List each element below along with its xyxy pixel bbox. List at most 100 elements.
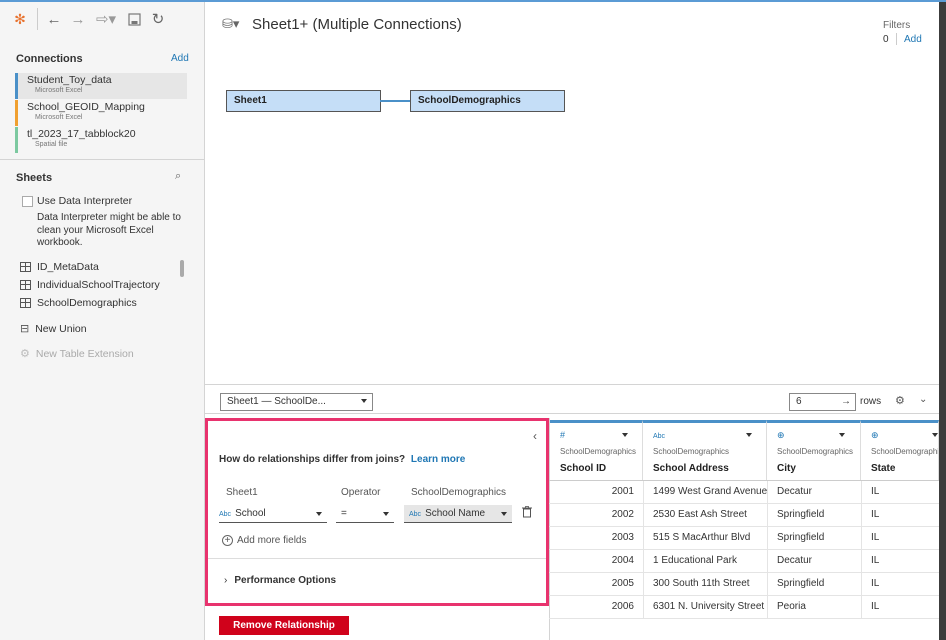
table-cell: Springfield xyxy=(777,578,825,589)
new-table-extension-item[interactable]: ⚙ New Table Extension xyxy=(20,347,134,361)
connection-item[interactable]: School_GEOID_Mapping Microsoft Excel xyxy=(15,100,187,126)
collapse-chevron-icon[interactable]: ‹ xyxy=(533,429,537,443)
relationship-question: How do relationships differ from joins? … xyxy=(219,454,465,465)
table-cell: 2006 xyxy=(611,601,634,612)
rows-value: 6 xyxy=(796,396,802,407)
sheet-item[interactable]: SchoolDemographics xyxy=(20,297,137,309)
toolbar-divider xyxy=(37,8,38,30)
relationship-noodle[interactable] xyxy=(380,100,410,102)
chevron-down-icon[interactable] xyxy=(932,433,938,437)
window-edge xyxy=(939,2,946,640)
connection-type: Microsoft Excel xyxy=(35,87,83,94)
operator-header: Operator xyxy=(341,487,381,498)
table-cell: IL xyxy=(871,578,880,589)
column-header-state[interactable]: ⊕ SchoolDemographics State xyxy=(861,420,939,480)
add-connection-link[interactable]: Add xyxy=(171,53,189,64)
tableau-logo-icon[interactable]: ✻ xyxy=(11,10,29,28)
redo-icon[interactable]: ⇨▾ xyxy=(93,10,119,28)
sheet-item[interactable]: IndividualSchoolTrajectory xyxy=(20,279,160,291)
grid-divider xyxy=(205,413,946,414)
forward-icon[interactable]: → xyxy=(69,10,87,28)
connection-item[interactable]: Student_Toy_data Microsoft Excel xyxy=(15,73,187,99)
table-node-sheet1[interactable]: Sheet1 xyxy=(226,90,381,112)
table-node-schooldemographics[interactable]: SchoolDemographics xyxy=(410,90,565,112)
left-field-select[interactable]: Abc School xyxy=(219,505,327,523)
operator-select[interactable]: = xyxy=(336,505,394,523)
data-interpreter-label: Use Data Interpreter xyxy=(37,195,133,207)
search-icon[interactable]: ⌕ xyxy=(175,170,181,183)
table-icon xyxy=(20,262,31,272)
globe-type-icon: ⊕ xyxy=(777,430,785,440)
left-sidebar: ✻ ← → ⇨▾ ↻ Connections Add Student_Toy_d… xyxy=(0,2,205,640)
abc-type-icon: Abc xyxy=(409,511,422,518)
filters-label: Filters xyxy=(883,20,911,31)
column-separator xyxy=(643,481,644,619)
chevron-right-icon: › xyxy=(224,575,228,586)
column-separator xyxy=(767,481,768,619)
column-source: SchoolDemographics xyxy=(777,447,854,456)
add-filter-link[interactable]: Add xyxy=(904,34,922,45)
add-more-fields-button[interactable]: + Add more fields xyxy=(222,535,306,546)
right-field-select[interactable]: Abc School Name xyxy=(404,505,512,523)
table-cell: 2003 xyxy=(611,532,634,543)
new-union-label: New Union xyxy=(35,322,87,335)
gear-icon[interactable]: ⚙ xyxy=(895,394,905,407)
chevron-down-icon[interactable] xyxy=(746,433,752,437)
column-header-school-id[interactable]: # SchoolDemographics School ID xyxy=(550,420,643,480)
learn-more-link[interactable]: Learn more xyxy=(411,454,465,465)
sheet-item[interactable]: ID_MetaData xyxy=(20,261,99,273)
table-cell: 2001 xyxy=(611,486,634,497)
table-row: 2001 1499 West Grand Avenue Decatur IL xyxy=(549,481,946,504)
new-union-item[interactable]: ⊟ New Union xyxy=(20,322,87,336)
datasource-icon[interactable]: ⛁▾ xyxy=(222,16,239,32)
chevron-down-icon[interactable] xyxy=(839,433,845,437)
panel-divider xyxy=(208,558,546,559)
abc-type-icon: Abc xyxy=(219,511,232,518)
connection-name: School_GEOID_Mapping xyxy=(27,101,145,113)
data-interpreter-description: Data Interpreter might be able to clean … xyxy=(37,212,181,248)
chevron-down-icon[interactable]: ⌄ xyxy=(919,394,927,405)
datasource-title[interactable]: Sheet1+ (Multiple Connections) xyxy=(252,16,462,33)
back-icon[interactable]: ← xyxy=(45,10,63,28)
rows-input[interactable]: 6 → xyxy=(789,393,856,411)
column-source: SchoolDemographics xyxy=(653,447,730,456)
new-table-extension-label: New Table Extension xyxy=(35,347,134,360)
table-cell: IL xyxy=(871,509,880,520)
table-select-value: Sheet1 — SchoolDe... xyxy=(227,396,326,407)
table-cell: IL xyxy=(871,486,880,497)
data-interpreter-checkbox[interactable] xyxy=(22,196,33,207)
table-select-dropdown[interactable]: Sheet1 — SchoolDe... xyxy=(220,393,373,411)
filters-count: 0 xyxy=(883,34,889,45)
column-name: City xyxy=(777,463,796,474)
table-cell: 2004 xyxy=(611,555,634,566)
extension-icon: ⚙ xyxy=(20,348,30,360)
table-cell: 1 Educational Park xyxy=(653,555,737,566)
connection-type: Microsoft Excel xyxy=(35,114,83,121)
column-header-school-address[interactable]: Abc SchoolDemographics School Address xyxy=(643,420,767,480)
sheet-name: ID_MetaData xyxy=(37,261,99,273)
globe-type-icon: ⊕ xyxy=(871,430,879,440)
performance-options-toggle[interactable]: › Performance Options xyxy=(224,575,336,586)
column-name: School Address xyxy=(653,463,729,474)
connection-name: Student_Toy_data xyxy=(27,74,112,86)
arrow-right-icon[interactable]: → xyxy=(841,394,851,410)
table-cell: Decatur xyxy=(777,555,813,566)
performance-options-label: Performance Options xyxy=(234,575,337,586)
chevron-down-icon[interactable] xyxy=(622,433,628,437)
table-cell: Springfield xyxy=(777,509,825,520)
table-icon xyxy=(20,280,31,290)
column-header-city[interactable]: ⊕ SchoolDemographics City xyxy=(767,420,861,480)
table-cell: 300 South 11th Street xyxy=(653,578,750,589)
table-cell: Decatur xyxy=(777,486,813,497)
save-icon[interactable] xyxy=(125,10,143,28)
remove-relationship-button[interactable]: Remove Relationship xyxy=(219,616,349,635)
number-type-icon: # xyxy=(560,430,566,440)
connection-item[interactable]: tl_2023_17_tabblock20 Spatial file xyxy=(15,127,187,153)
operator-value: = xyxy=(341,508,347,519)
table-cell: Peoria xyxy=(777,601,806,612)
sheets-scrollbar[interactable] xyxy=(180,260,184,277)
trash-icon[interactable] xyxy=(522,506,532,521)
union-icon: ⊟ xyxy=(20,323,30,335)
refresh-icon[interactable]: ↻ xyxy=(149,10,167,28)
table-cell: 2005 xyxy=(611,578,634,589)
